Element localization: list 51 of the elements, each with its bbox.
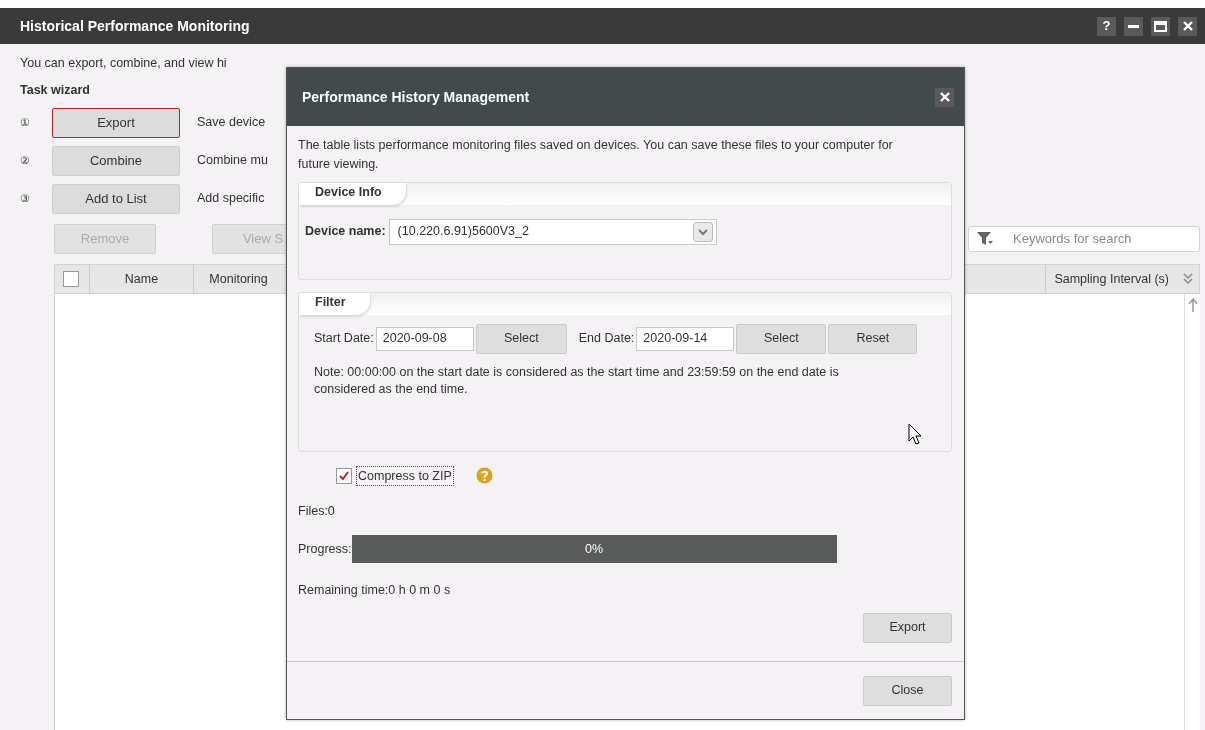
maximize-icon <box>1154 20 1167 32</box>
section-title: Device Info <box>299 182 406 205</box>
step-description: Combine mu <box>197 152 268 170</box>
step-number: ③ <box>20 191 31 207</box>
checkbox[interactable] <box>336 467 352 484</box>
progress-label: Progress: <box>298 540 352 558</box>
export-button[interactable]: Export <box>863 612 952 643</box>
device-dropdown[interactable]: (10.220.6.91)5600V3_2 <box>388 218 717 245</box>
section-title: Task wizard <box>20 81 90 99</box>
select-all-checkbox[interactable] <box>63 270 79 287</box>
close-icon <box>1182 21 1193 31</box>
window-title: Historical Performance Monitoring <box>20 16 250 36</box>
dialog-title: Performance History Management <box>302 87 530 107</box>
maximize-button[interactable] <box>1151 16 1170 36</box>
step-button[interactable]: Export <box>52 107 180 138</box>
close-button[interactable]: Close <box>863 675 952 706</box>
step-number: ② <box>20 153 31 169</box>
search-field[interactable]: Keywords for search <box>968 225 1200 252</box>
progress-bar: 0% <box>351 535 837 563</box>
reset-button[interactable]: Reset <box>828 323 918 354</box>
section-title: Filter <box>299 292 370 315</box>
step-button[interactable]: Combine <box>52 145 180 176</box>
column-header[interactable]: Name <box>89 264 193 293</box>
intro-text: You can export, combine, and view hi <box>20 55 227 72</box>
field-label: End Date: <box>578 330 635 348</box>
scroll-up-icon[interactable] <box>1187 297 1198 312</box>
step-description: Save device <box>197 114 266 132</box>
filter-icon <box>977 231 993 245</box>
step-button[interactable]: Add to List <box>52 183 180 214</box>
remaining-time: Remaining time:0 h 0 m 0 s <box>298 582 452 599</box>
column-header[interactable]: Sampling Interval (s) <box>1045 264 1177 293</box>
field-label: Start Date: <box>314 330 374 348</box>
select-button[interactable]: Select <box>736 323 827 354</box>
date-field[interactable]: 2020-09-08 <box>375 326 474 351</box>
column-header[interactable]: Monitoring <box>193 264 283 293</box>
close-button[interactable] <box>935 87 954 107</box>
step-description: Add specific <box>197 190 265 208</box>
minimize-icon <box>1128 24 1139 28</box>
checkbox-label[interactable]: Compress to ZIP <box>356 465 454 487</box>
note-text: Note: 00:00:00 on the start date is considered as the start time and 23:59:59 on the end date is considered as the end time. <box>314 363 840 398</box>
files-count: Files:0 <box>298 503 336 521</box>
step-number: ① <box>20 115 31 131</box>
help-button[interactable]: ? <box>1097 16 1116 36</box>
mouse-cursor-icon <box>908 423 922 445</box>
close-icon <box>939 92 950 102</box>
column-menu-icon[interactable] <box>1183 272 1193 285</box>
minimize-button[interactable] <box>1124 16 1143 36</box>
date-field[interactable]: 2020-09-14 <box>636 326 735 351</box>
close-button[interactable] <box>1178 16 1197 36</box>
description-text: The table lists performance monitoring files saved on devices. You can save these files to your computer for future viewing. <box>298 137 894 173</box>
select-button[interactable]: Select <box>475 323 567 354</box>
